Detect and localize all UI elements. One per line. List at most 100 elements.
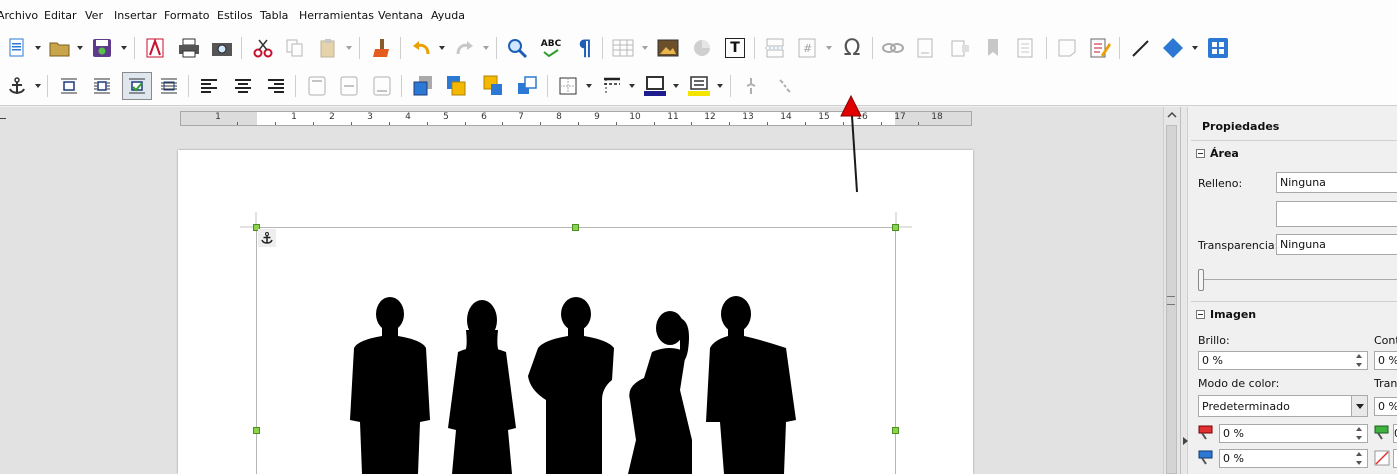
- insert-footnote-icon[interactable]: [914, 36, 938, 60]
- brillo-spinner[interactable]: [1352, 351, 1366, 370]
- shapes-dropdown[interactable]: [1191, 36, 1199, 60]
- relleno-secondary-field[interactable]: [1276, 201, 1397, 227]
- menu-ayuda[interactable]: Ayuda: [431, 9, 465, 22]
- table-dropdown[interactable]: [641, 36, 649, 60]
- insert-hyperlink-icon[interactable]: [881, 36, 905, 60]
- copy-icon[interactable]: [283, 36, 307, 60]
- field-dropdown[interactable]: [825, 36, 833, 60]
- align-bottom-icon[interactable]: [370, 74, 394, 98]
- anchor-icon[interactable]: [5, 74, 29, 98]
- green-input[interactable]: 0: [1393, 424, 1397, 443]
- sidebar-collapse-arrow-icon[interactable]: [1183, 437, 1188, 445]
- redo-icon[interactable]: [452, 36, 476, 60]
- border-style-dropdown[interactable]: [628, 74, 636, 98]
- gamma-input[interactable]: [1393, 449, 1397, 468]
- transparency-slider-track[interactable]: [1202, 279, 1397, 280]
- sidebar-grip[interactable]: [1167, 296, 1175, 305]
- send-to-back-icon[interactable]: [515, 74, 539, 98]
- resize-handle[interactable]: [892, 427, 899, 434]
- brillo-input[interactable]: 0 %: [1198, 351, 1368, 370]
- transparency-slider-thumb[interactable]: [1198, 269, 1204, 291]
- menu-formato[interactable]: Formato: [164, 9, 210, 22]
- spellcheck-icon[interactable]: ABC: [539, 36, 563, 60]
- menu-herramientas[interactable]: Herramientas: [299, 9, 374, 22]
- red-input[interactable]: 0 %: [1219, 424, 1368, 443]
- wrap-off-icon[interactable]: [57, 74, 81, 98]
- borders-icon[interactable]: [556, 74, 580, 98]
- insert-image-icon[interactable]: [656, 36, 680, 60]
- insert-comment-icon[interactable]: [1055, 36, 1079, 60]
- align-middle-icon[interactable]: [337, 74, 361, 98]
- frame-anchor-icon[interactable]: [258, 229, 276, 247]
- sidebar-collapse-strip[interactable]: [1181, 107, 1188, 474]
- draw-functions-icon[interactable]: [1206, 36, 1230, 60]
- open-dropdown[interactable]: [76, 36, 84, 60]
- border-style-icon[interactable]: [600, 74, 624, 98]
- anchor-dropdown[interactable]: [34, 74, 42, 98]
- formatting-marks-icon[interactable]: ¶: [573, 36, 597, 60]
- relleno-select[interactable]: Ninguna: [1276, 172, 1397, 193]
- menu-tabla[interactable]: Tabla: [260, 9, 288, 22]
- print-preview-icon[interactable]: [210, 36, 234, 60]
- resize-handle[interactable]: [892, 224, 899, 231]
- insert-endnote-icon[interactable]: [948, 36, 972, 60]
- link-frames-icon[interactable]: [739, 74, 763, 98]
- undo-icon[interactable]: [410, 36, 434, 60]
- align-left-icon[interactable]: [197, 74, 221, 98]
- special-character-icon[interactable]: Ω: [840, 36, 864, 61]
- new-dropdown[interactable]: [34, 36, 42, 60]
- save-icon[interactable]: [90, 36, 114, 60]
- align-right-icon[interactable]: [264, 74, 288, 98]
- insert-table-icon[interactable]: [611, 36, 635, 60]
- blue-input[interactable]: 0 %: [1219, 449, 1368, 468]
- insert-chart-icon[interactable]: [690, 36, 714, 60]
- transparencia-select[interactable]: Ninguna: [1276, 234, 1397, 255]
- find-replace-icon[interactable]: [505, 36, 529, 60]
- insert-cross-reference-icon[interactable]: [1013, 36, 1037, 60]
- export-pdf-icon[interactable]: [143, 36, 167, 60]
- open-folder-icon[interactable]: [48, 36, 72, 60]
- unlink-frames-icon[interactable]: [773, 74, 797, 98]
- bring-to-front-icon[interactable]: [411, 74, 435, 98]
- wrap-page-icon[interactable]: [90, 74, 114, 98]
- menu-archivo[interactable]: Archivo: [0, 9, 38, 22]
- clone-formatting-icon[interactable]: [369, 36, 393, 60]
- wrap-through-icon[interactable]: [157, 74, 181, 98]
- contraste-input[interactable]: 0 %: [1374, 351, 1397, 370]
- vertical-scrollbar[interactable]: [1163, 107, 1180, 474]
- new-document-icon[interactable]: [5, 36, 29, 60]
- insert-bookmark-icon[interactable]: [981, 36, 1005, 60]
- align-center-icon[interactable]: [231, 74, 255, 98]
- area-section-header[interactable]: Área: [1196, 147, 1239, 160]
- forward-one-icon[interactable]: [444, 74, 468, 98]
- print-icon[interactable]: [177, 36, 201, 60]
- imagen-section-header[interactable]: Imagen: [1196, 308, 1256, 321]
- menu-ver[interactable]: Ver: [85, 9, 103, 22]
- resize-handle[interactable]: [253, 427, 260, 434]
- modo-color-dropdown-icon[interactable]: [1351, 396, 1367, 416]
- cut-icon[interactable]: [251, 36, 275, 60]
- save-dropdown[interactable]: [120, 36, 128, 60]
- border-color-icon[interactable]: [643, 74, 667, 98]
- menu-insertar[interactable]: Insertar: [114, 9, 157, 22]
- border-color-dropdown[interactable]: [672, 74, 680, 98]
- paste-dropdown[interactable]: [345, 36, 353, 60]
- align-top-icon[interactable]: [305, 74, 329, 98]
- insert-page-break-icon[interactable]: [763, 36, 787, 60]
- scroll-up-icon[interactable]: [1167, 111, 1177, 119]
- basic-shapes-icon[interactable]: [1161, 36, 1185, 60]
- insert-field-icon[interactable]: #: [795, 36, 819, 60]
- borders-dropdown[interactable]: [585, 74, 593, 98]
- modo-color-select[interactable]: Predeterminado: [1198, 395, 1368, 417]
- track-changes-icon[interactable]: [1088, 36, 1112, 60]
- back-one-icon[interactable]: [481, 74, 505, 98]
- area-style-dropdown[interactable]: [716, 74, 724, 98]
- blue-spinner[interactable]: [1352, 449, 1366, 468]
- menu-estilos[interactable]: Estilos: [217, 9, 253, 22]
- menu-ventana[interactable]: Ventana: [378, 9, 423, 22]
- wrap-optimal-icon[interactable]: [122, 72, 152, 100]
- menu-editar[interactable]: Editar: [44, 9, 77, 22]
- transparencia-imagen-input[interactable]: 0 %: [1374, 397, 1397, 416]
- insert-line-icon[interactable]: [1128, 36, 1152, 60]
- paste-icon[interactable]: [316, 36, 340, 60]
